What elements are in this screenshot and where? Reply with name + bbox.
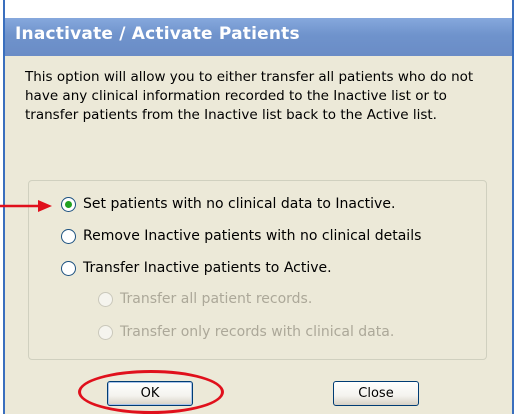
close-button[interactable]: Close (333, 381, 419, 406)
dialog-body: This option will allow you to either tra… (5, 56, 512, 414)
radio-transfer-to-active[interactable] (61, 260, 76, 276)
highlight-ellipse (78, 370, 224, 414)
option-remove-inactive[interactable]: Remove Inactive patients with no clinica… (61, 228, 421, 244)
option-transfer-to-active[interactable]: Transfer Inactive patients to Active. (61, 260, 332, 276)
option-set-inactive[interactable]: Set patients with no clinical data to In… (61, 196, 395, 212)
inactivate-activate-dialog: Inactivate / Activate Patients This opti… (3, 0, 514, 414)
description-text: This option will allow you to either tra… (25, 69, 474, 123)
pointer-arrow-icon (0, 200, 52, 212)
option-transfer-all: Transfer all patient records. (98, 291, 312, 307)
option-label: Transfer only records with clinical data… (120, 324, 395, 340)
radio-selected-dot (65, 200, 72, 208)
option-label: Transfer all patient records. (120, 291, 313, 307)
option-label: Set patients with no clinical data to In… (83, 196, 396, 212)
radio-set-inactive[interactable] (61, 196, 76, 212)
dialog-title: Inactivate / Activate Patients (15, 24, 300, 44)
radio-remove-inactive[interactable] (61, 228, 76, 244)
radio-transfer-clinical (98, 324, 113, 340)
option-label: Transfer Inactive patients to Active. (83, 260, 332, 276)
dialog-title-bar[interactable]: Inactivate / Activate Patients (5, 18, 512, 56)
option-transfer-clinical: Transfer only records with clinical data… (98, 324, 394, 340)
radio-transfer-all (98, 291, 113, 307)
option-label: Remove Inactive patients with no clinica… (83, 228, 422, 244)
